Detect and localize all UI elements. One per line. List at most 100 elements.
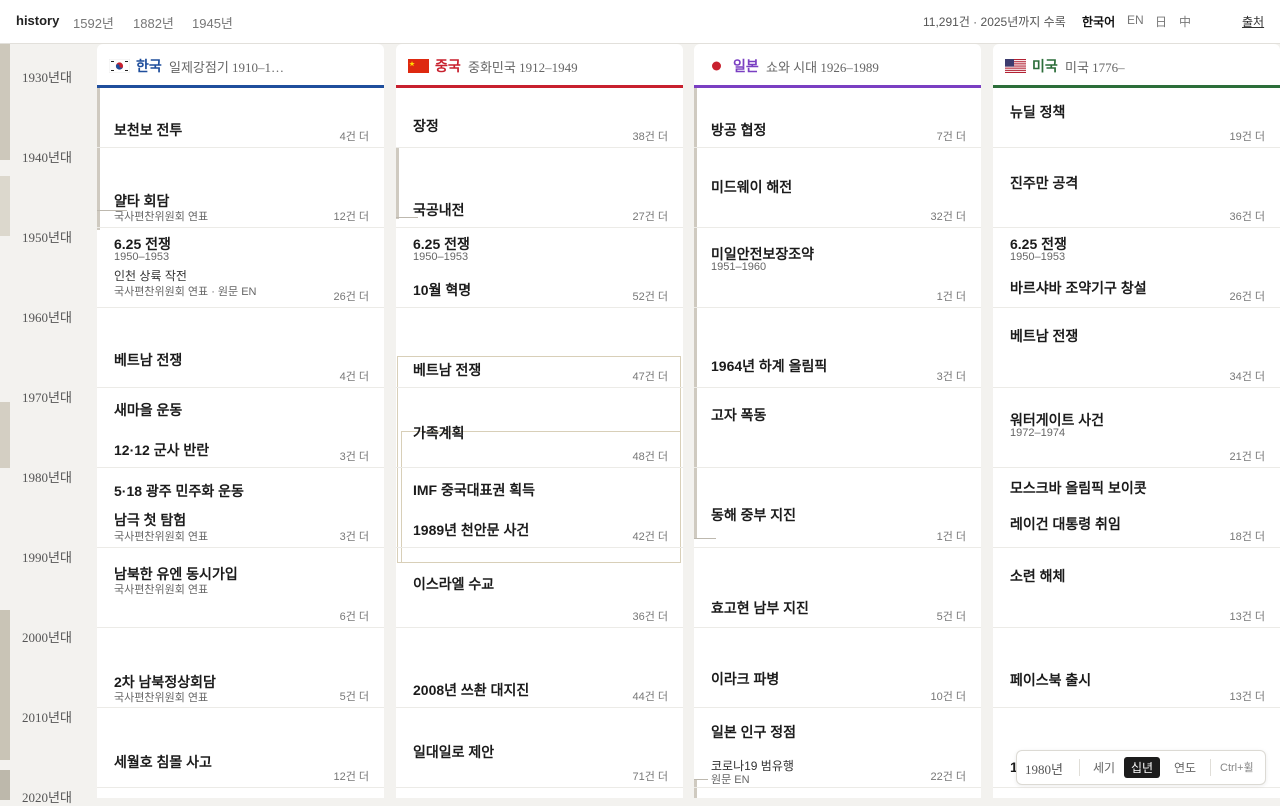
year-link-1882[interactable]: 1882년 <box>133 13 174 32</box>
event-title[interactable]: 뉴딜 정책 <box>1010 102 1065 122</box>
more-link[interactable]: 12건 더 <box>333 208 369 224</box>
more-link[interactable]: 21건 더 <box>1229 448 1265 464</box>
more-link[interactable]: 44건 더 <box>632 688 668 704</box>
decade-cell-1990: 효고현 남부 지진 5건 더 <box>694 547 981 628</box>
more-link[interactable]: 22건 더 <box>930 768 966 784</box>
event-title[interactable]: 10월 혁명 <box>413 280 471 300</box>
more-link[interactable]: 4건 더 <box>340 368 369 384</box>
more-link[interactable]: 18건 더 <box>1229 528 1265 544</box>
more-link[interactable]: 48건 더 <box>632 448 668 464</box>
event-title[interactable]: 12·12 군사 반란 <box>114 440 209 460</box>
event-title[interactable]: 페이스북 출시 <box>1010 670 1091 690</box>
event-title[interactable]: 국공내전 <box>413 200 465 220</box>
decade-label[interactable]: 2020년대 <box>22 787 72 806</box>
event-title[interactable]: 1964년 하계 올림픽 <box>711 356 827 376</box>
event-title[interactable]: 장정 <box>413 116 439 136</box>
event-title[interactable]: 효고현 남부 지진 <box>711 598 809 618</box>
decade-cell-2010: 일대일로 제안 71건 더 <box>396 707 683 788</box>
more-link[interactable]: 47건 더 <box>632 368 668 384</box>
more-link[interactable]: 6건 더 <box>340 608 369 624</box>
year-link-1945[interactable]: 1945년 <box>192 13 233 32</box>
more-link[interactable]: 26건 더 <box>333 288 369 304</box>
event-title[interactable]: 가족계획 <box>413 423 465 443</box>
more-link[interactable]: 1건 더 <box>937 528 966 544</box>
event-title[interactable]: 5·18 광주 민주화 운동 <box>114 481 244 501</box>
more-link[interactable]: 3건 더 <box>340 528 369 544</box>
event-title[interactable]: 미드웨이 해전 <box>711 177 792 197</box>
decade-axis: 1930년대 1940년대 1950년대 1960년대 1970년대 1980년… <box>0 44 96 805</box>
more-link[interactable]: 19건 더 <box>1229 128 1265 144</box>
event-title[interactable]: 바르샤바 조약기구 창설 <box>1010 278 1147 298</box>
zoom-year-button[interactable]: 연도 <box>1167 757 1203 778</box>
event-title[interactable]: 2008년 쓰촨 대지진 <box>413 680 529 700</box>
event-title[interactable]: 세월호 침몰 사고 <box>114 752 212 772</box>
more-link[interactable]: 27건 더 <box>632 208 668 224</box>
sources-link[interactable]: 출처 <box>1242 13 1264 30</box>
year-link-1592[interactable]: 1592년 <box>73 13 114 32</box>
decade-label[interactable]: 2000년대 <box>22 627 72 646</box>
event-title[interactable]: 베트남 전쟁 <box>1010 326 1078 346</box>
more-link[interactable]: 34건 더 <box>1229 368 1265 384</box>
event-title[interactable]: 일본 인구 정점 <box>711 722 796 742</box>
event-years: 1951–1960 <box>711 261 767 273</box>
event-title[interactable]: 새마을 운동 <box>114 400 182 420</box>
more-link[interactable]: 32건 더 <box>930 208 966 224</box>
lang-english[interactable]: EN <box>1127 13 1144 27</box>
more-link[interactable]: 1건 더 <box>937 288 966 304</box>
more-link[interactable]: 3건 더 <box>340 448 369 464</box>
more-link[interactable]: 42건 더 <box>632 528 668 544</box>
more-link[interactable]: 38건 더 <box>632 128 668 144</box>
more-link[interactable]: 3건 더 <box>937 368 966 384</box>
decade-label[interactable]: 1970년대 <box>22 387 72 406</box>
lang-korean[interactable]: 한국어 <box>1082 13 1115 30</box>
decade-cell-2010: 세월호 침몰 사고 12건 더 <box>97 707 384 788</box>
event-source: 국사편찬위원회 연표 <box>114 692 209 704</box>
more-link[interactable]: 5건 더 <box>937 608 966 624</box>
decade-label[interactable]: 1940년대 <box>22 147 72 166</box>
event-title[interactable]: 방공 협정 <box>711 120 766 140</box>
event-title[interactable]: 고자 폭동 <box>711 405 766 425</box>
event-title[interactable]: 베트남 전쟁 <box>114 350 182 370</box>
decade-label[interactable]: 1950년대 <box>22 227 72 246</box>
more-link[interactable]: 36건 더 <box>1229 208 1265 224</box>
more-link[interactable]: 71건 더 <box>632 768 668 784</box>
decade-label[interactable]: 1960년대 <box>22 307 72 326</box>
event-title[interactable]: 이라크 파병 <box>711 669 779 689</box>
lang-chinese[interactable]: 中 <box>1179 13 1191 30</box>
more-link[interactable]: 13건 더 <box>1229 688 1265 704</box>
event-title[interactable]: 베트남 전쟁 <box>413 360 481 380</box>
more-link[interactable]: 36건 더 <box>632 608 668 624</box>
decade-label[interactable]: 1990년대 <box>22 547 72 566</box>
more-link[interactable]: 5건 더 <box>340 688 369 704</box>
event-title[interactable]: IMF 중국대표권 획득 <box>413 480 535 500</box>
event-title[interactable]: 남극 첫 탐험 <box>114 510 186 530</box>
zoom-century-button[interactable]: 세기 <box>1086 757 1122 778</box>
event-title[interactable]: 레이건 대통령 취임 <box>1010 514 1121 534</box>
decade-cell-1980: 동해 중부 지진 1건 더 <box>694 467 981 548</box>
decade-cell-1960: 베트남 전쟁 34건 더 <box>993 307 1280 388</box>
more-link[interactable]: 13건 더 <box>1229 608 1265 624</box>
decade-label[interactable]: 2010년대 <box>22 707 72 726</box>
more-link[interactable]: 52건 더 <box>632 288 668 304</box>
decade-cell-1980: IMF 중국대표권 획득 1989년 천안문 사건 42건 더 <box>396 467 683 548</box>
more-link[interactable]: 12건 더 <box>333 768 369 784</box>
more-link[interactable]: 7건 더 <box>937 128 966 144</box>
event-title[interactable]: 보천보 전투 <box>114 120 182 140</box>
more-link[interactable]: 10건 더 <box>930 688 966 704</box>
decade-label[interactable]: 1930년대 <box>22 67 72 86</box>
event-title[interactable]: 일대일로 제안 <box>413 742 494 762</box>
event-title[interactable]: 이스라엘 수교 <box>413 574 494 594</box>
decade-label[interactable]: 1980년대 <box>22 467 72 486</box>
lang-japanese[interactable]: 日 <box>1155 13 1167 30</box>
more-link[interactable]: 26건 더 <box>1229 288 1265 304</box>
event-years: 1950–1953 <box>1010 251 1066 263</box>
event-title[interactable]: 진주만 공격 <box>1010 173 1078 193</box>
event-title[interactable]: 동해 중부 지진 <box>711 505 796 525</box>
more-link[interactable]: 4건 더 <box>340 128 369 144</box>
event-title[interactable]: 소련 해체 <box>1010 566 1065 586</box>
zoom-decade-button[interactable]: 십년 <box>1124 757 1161 778</box>
app-brand[interactable]: history <box>16 13 59 28</box>
event-title[interactable]: 인천 상륙 작전 <box>114 267 187 284</box>
event-title[interactable]: 모스크바 올림픽 보이콧 <box>1010 478 1147 498</box>
event-title[interactable]: 1989년 천안문 사건 <box>413 520 529 540</box>
